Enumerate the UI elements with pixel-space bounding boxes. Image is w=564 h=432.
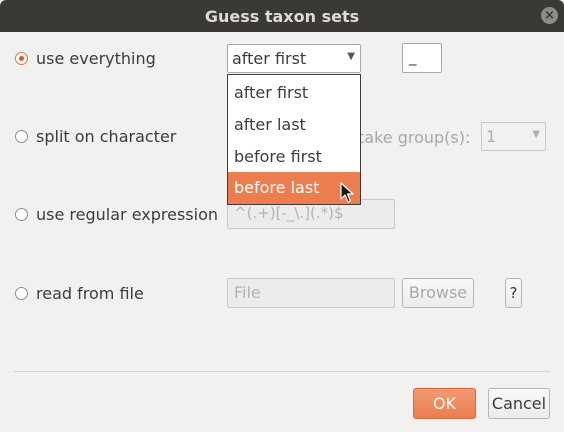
dropdown-item-before-first[interactable]: before first [228, 141, 360, 173]
take-groups-label: take group(s): [358, 128, 471, 147]
separator-field-value: _ [409, 48, 417, 66]
dropdown-item-after-last[interactable]: after last [228, 109, 360, 141]
radio-use-regex[interactable] [15, 208, 28, 221]
label-use-regex[interactable]: use regular expression [36, 205, 218, 224]
cancel-button[interactable]: Cancel [488, 388, 550, 419]
radio-use-everything[interactable] [15, 52, 28, 65]
ok-button[interactable]: OK [413, 388, 476, 419]
mouse-cursor-icon [340, 182, 354, 203]
dialog-title: Guess taxon sets [204, 7, 360, 26]
label-split-on-character[interactable]: split on character [36, 127, 176, 146]
browse-button: Browse [402, 278, 474, 308]
title-bar: Guess taxon sets × [0, 0, 564, 32]
radio-read-from-file[interactable] [15, 287, 28, 300]
separator-field[interactable]: _ [402, 43, 442, 73]
help-button[interactable]: ? [505, 278, 522, 308]
dropdown-item-after-first[interactable]: after first [228, 77, 360, 109]
radio-split-on-character[interactable] [15, 130, 28, 143]
chevron-down-icon: ▼ [347, 51, 355, 62]
file-field-placeholder: File [234, 283, 261, 302]
label-read-from-file[interactable]: read from file [36, 284, 144, 303]
divider [14, 371, 550, 372]
file-field: File [227, 278, 395, 308]
take-groups-value: 1 [486, 127, 497, 146]
chevron-down-icon: ▼ [532, 129, 540, 140]
label-use-everything[interactable]: use everything [36, 49, 156, 68]
mode-combobox[interactable]: after first ▼ [227, 44, 361, 73]
mode-combobox-value: after first [232, 49, 307, 68]
regex-field-value: ^(.+)[-_\.](.*)$ [234, 204, 344, 222]
close-icon[interactable]: × [541, 7, 558, 24]
take-groups-combobox: 1 ▼ [481, 122, 546, 151]
